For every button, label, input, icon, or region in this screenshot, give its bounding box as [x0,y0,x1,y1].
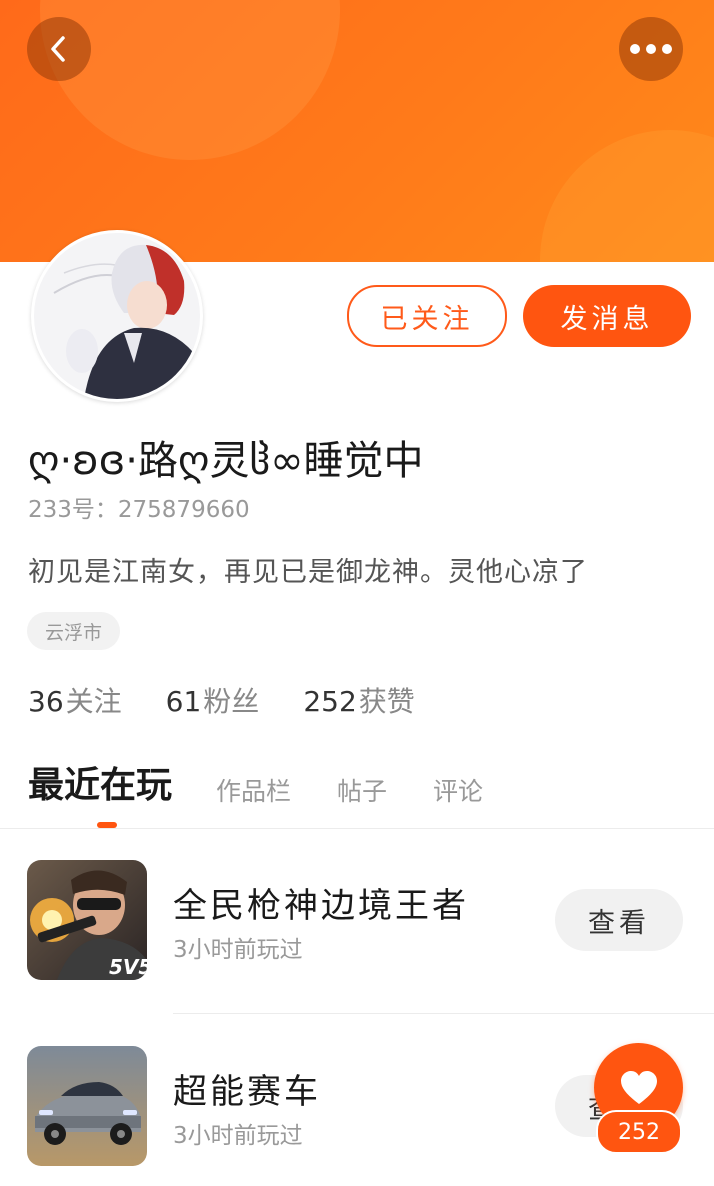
avatar[interactable] [31,230,203,402]
send-message-button[interactable]: 发消息 [523,285,691,347]
tab-works[interactable]: 作品栏 [216,772,291,808]
stat-following[interactable]: 36关注 [28,680,122,720]
view-button-label: 查看 [588,907,650,939]
stat-fans-value: 61 [165,685,202,718]
game-title: 超能赛车 [173,1072,321,1112]
stat-fans-label: 粉丝 [203,685,260,718]
back-button[interactable] [27,17,91,81]
more-dots-icon [630,44,672,54]
more-button[interactable] [619,17,683,81]
game-title: 全民枪神边境王者 [173,886,469,926]
racing-car-game-icon [27,1046,147,1166]
stat-likes-value: 252 [303,685,357,718]
chevron-left-icon [51,36,65,62]
like-count: 252 [618,1119,660,1145]
followed-label: 已关注 [380,303,474,335]
game-last-played: 3小时前玩过 [173,1123,303,1149]
like-count-badge: 252 [596,1110,682,1154]
tab-recently-played[interactable]: 最近在玩 [28,756,172,808]
profile-banner [0,0,714,262]
avatar-illustration [34,233,200,399]
location-tag: 云浮市 [27,612,121,650]
stat-following-value: 36 [28,685,64,718]
shooter-game-icon: 5V5 [27,860,147,980]
tab-comments[interactable]: 评论 [433,772,483,808]
divider [0,828,714,829]
profile-tabs: 最近在玩 作品栏 帖子 评论 [28,756,529,808]
view-button[interactable]: 查看 [555,889,683,951]
profile-page: 已关注 发消息 ღ·ʚɞ·路ღ灵ჱ∞睡觉中 233号：275879660 初见是… [0,0,714,1186]
profile-stats: 36关注 61粉丝 252获赞 [28,680,415,720]
stat-likes-label: 获赞 [358,685,415,718]
stat-likes[interactable]: 252获赞 [303,680,414,720]
username: ღ·ʚɞ·路ღ灵ჱ∞睡觉中 [28,438,424,484]
list-item[interactable]: 5V5 全民枪神边境王者 3小时前玩过 查看 [0,860,714,1000]
stat-fans[interactable]: 61粉丝 [166,680,260,720]
location-label: 云浮市 [45,621,103,644]
followed-button[interactable]: 已关注 [347,285,507,347]
send-message-label: 发消息 [560,303,654,335]
game-last-played: 3小时前玩过 [173,937,303,963]
user-id: 233号：275879660 [28,497,250,523]
bio: 初见是江南女，再见已是御龙神。灵他心凉了 [28,557,588,588]
divider [173,1013,714,1014]
tab-posts[interactable]: 帖子 [337,772,387,808]
heart-icon [620,1070,657,1104]
stat-following-label: 关注 [65,685,122,718]
svg-text:5V5: 5V5 [109,955,147,979]
